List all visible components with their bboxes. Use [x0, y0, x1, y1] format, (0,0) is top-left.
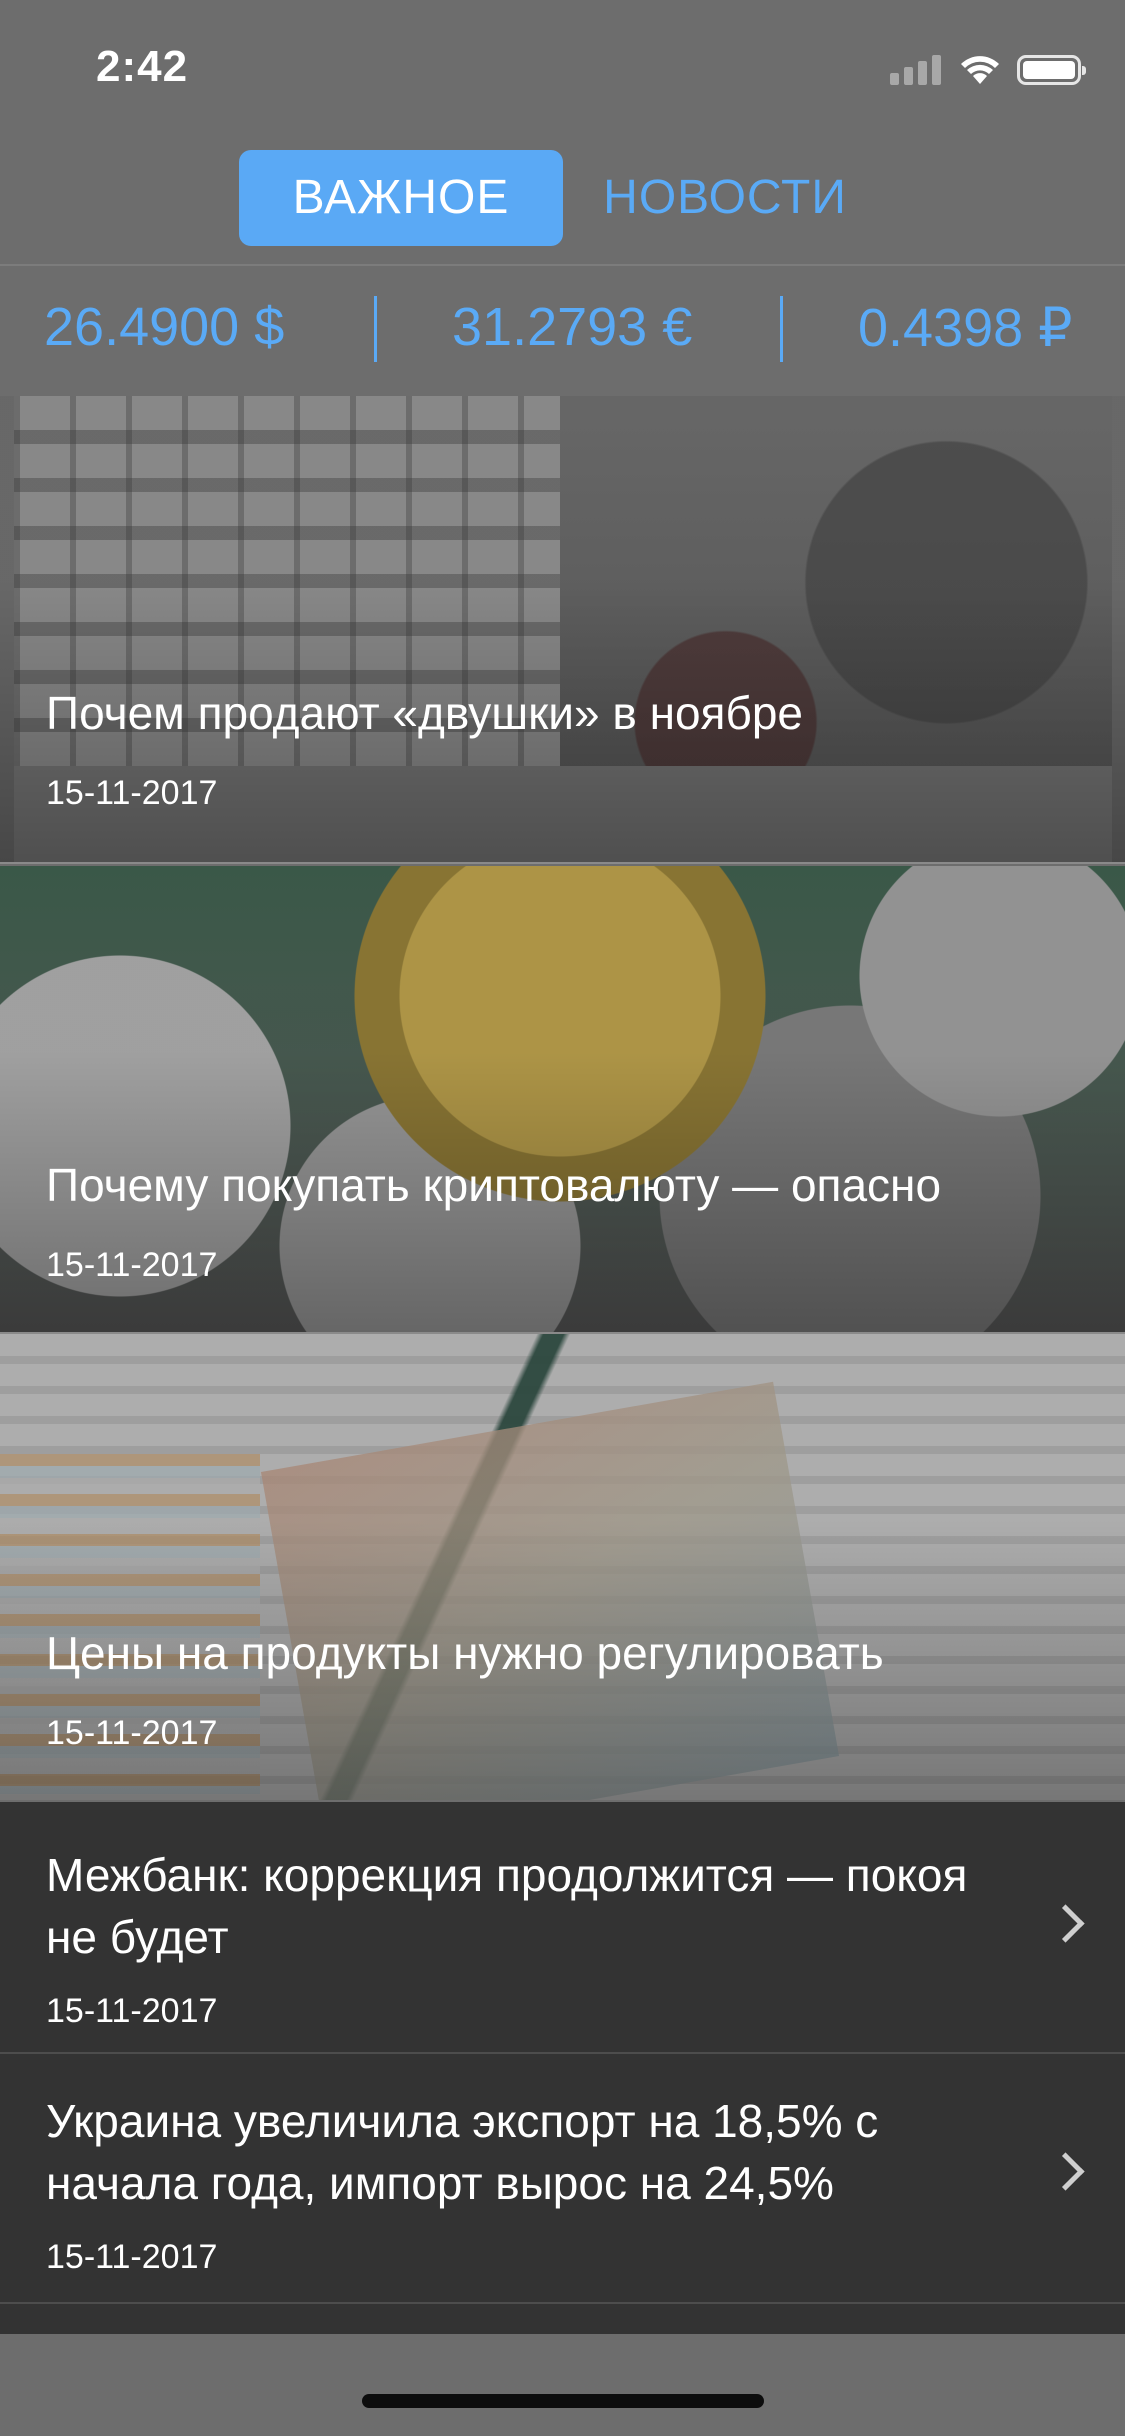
list-item-title: Украина увеличила экспорт на 18,5% с нач… — [46, 2095, 879, 2209]
status-bar: 2:42 — [0, 0, 1125, 132]
chevron-right-icon — [1046, 1904, 1085, 1943]
chevron-right-icon — [1046, 2152, 1085, 2191]
rate-usd: 26.4900 $ — [44, 297, 285, 357]
list-item-title: Межбанк: коррекция продолжится — покоя н… — [46, 1849, 968, 1963]
battery-icon — [1017, 55, 1086, 85]
rate-rub: 0.4398 ₽ — [858, 298, 1073, 358]
featured-card-apartments[interactable]: Почем продают «двушки» в ноябре 15-11-20… — [0, 396, 1125, 862]
tab-news[interactable]: НОВОСТИ — [585, 150, 865, 246]
list-item-date: 15-11-2017 — [46, 2238, 218, 2276]
rate-eur: 31.2793 € — [452, 297, 693, 357]
rate-separator — [780, 296, 783, 362]
featured-card-crypto[interactable]: Почему покупать криптовалюту — опасно 15… — [0, 866, 1125, 1332]
list-item[interactable]: Межбанк: коррекция продолжится — покоя н… — [0, 1802, 1125, 2052]
card-title: Почем продают «двушки» в ноябре — [46, 687, 803, 739]
status-time: 2:42 — [96, 42, 189, 91]
cellular-signal-icon — [890, 55, 941, 85]
list-item-date: 15-11-2017 — [46, 1992, 218, 2030]
card-date: 15-11-2017 — [46, 774, 218, 812]
card-title: Цены на продукты нужно регулировать — [46, 1627, 884, 1679]
card-date: 15-11-2017 — [46, 1246, 218, 1284]
tab-important[interactable]: ВАЖНОЕ — [239, 150, 563, 246]
divider — [0, 862, 1125, 864]
list-item[interactable]: Украина увеличила экспорт на 18,5% с нач… — [0, 2054, 1125, 2302]
divider — [0, 2302, 1125, 2304]
segmented-tabs: ВАЖНОЕ НОВОСТИ — [0, 150, 1125, 246]
currency-rates: 26.4900 $ 31.2793 € 0.4398 ₽ — [0, 266, 1125, 396]
status-icons — [890, 50, 1086, 90]
card-title: Почему покупать криптовалюту — опасно — [46, 1159, 942, 1211]
wifi-icon — [961, 56, 999, 84]
home-indicator[interactable] — [362, 2394, 764, 2408]
rate-separator — [374, 296, 377, 362]
card-date: 15-11-2017 — [46, 1714, 218, 1752]
featured-card-prices[interactable]: Цены на продукты нужно регулировать 15-1… — [0, 1334, 1125, 1800]
